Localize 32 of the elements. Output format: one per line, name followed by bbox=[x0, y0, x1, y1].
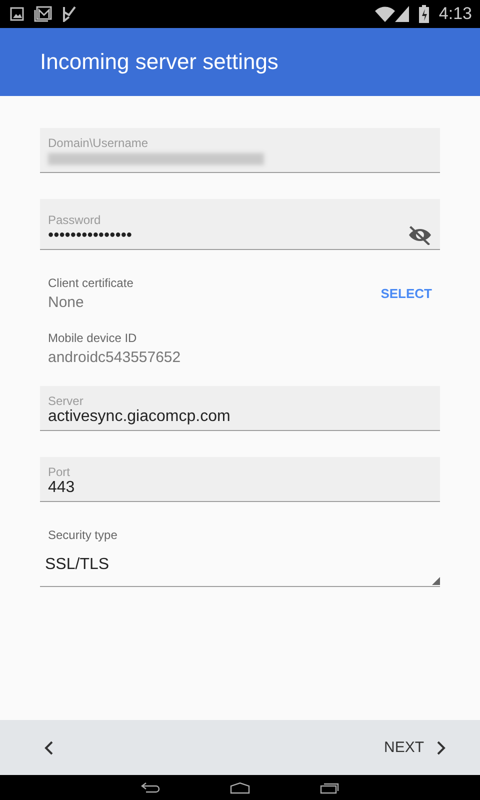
field-value: activesync.giacomcp.com bbox=[48, 408, 232, 426]
recent-apps-icon[interactable] bbox=[320, 782, 340, 794]
wifi-icon bbox=[374, 6, 395, 22]
chevron-right-icon bbox=[436, 740, 446, 754]
field-value: 443 bbox=[48, 479, 76, 497]
field-label: Client certificate bbox=[48, 276, 134, 290]
field-value: androidc543557652 bbox=[48, 349, 182, 366]
visibility-off-icon[interactable] bbox=[408, 225, 432, 245]
mail-icon bbox=[34, 6, 52, 22]
screen-title: Incoming server settings bbox=[40, 49, 278, 75]
clock: 4:13 bbox=[438, 4, 472, 24]
signal-icon bbox=[394, 6, 409, 22]
home-icon[interactable] bbox=[230, 782, 250, 794]
field-label: Security type bbox=[47, 528, 118, 542]
image-icon bbox=[10, 7, 24, 21]
field-label: Port bbox=[48, 465, 72, 479]
dropdown[interactable]: SSL/TLS bbox=[40, 556, 440, 587]
checkmark-icon bbox=[62, 6, 76, 22]
field-label: Server bbox=[48, 394, 84, 408]
field-label: Mobile device ID bbox=[48, 331, 138, 345]
input-field[interactable]: Server activesync.giacomcp.com bbox=[40, 386, 440, 431]
field-label: Domain\Username bbox=[48, 136, 150, 150]
battery-icon bbox=[418, 5, 429, 23]
chevron-left-icon bbox=[44, 740, 54, 754]
dropdown-triangle-icon bbox=[432, 577, 440, 585]
password-field[interactable]: Password ••••••••••••••• bbox=[40, 199, 440, 250]
field-value: None bbox=[48, 294, 85, 311]
next-button[interactable]: NEXT bbox=[380, 735, 450, 760]
input-field[interactable]: Port 443 bbox=[40, 457, 440, 502]
field-label: Password bbox=[48, 213, 102, 227]
back-icon[interactable] bbox=[140, 782, 160, 794]
field-value: ••••••••••••••• bbox=[48, 227, 134, 245]
